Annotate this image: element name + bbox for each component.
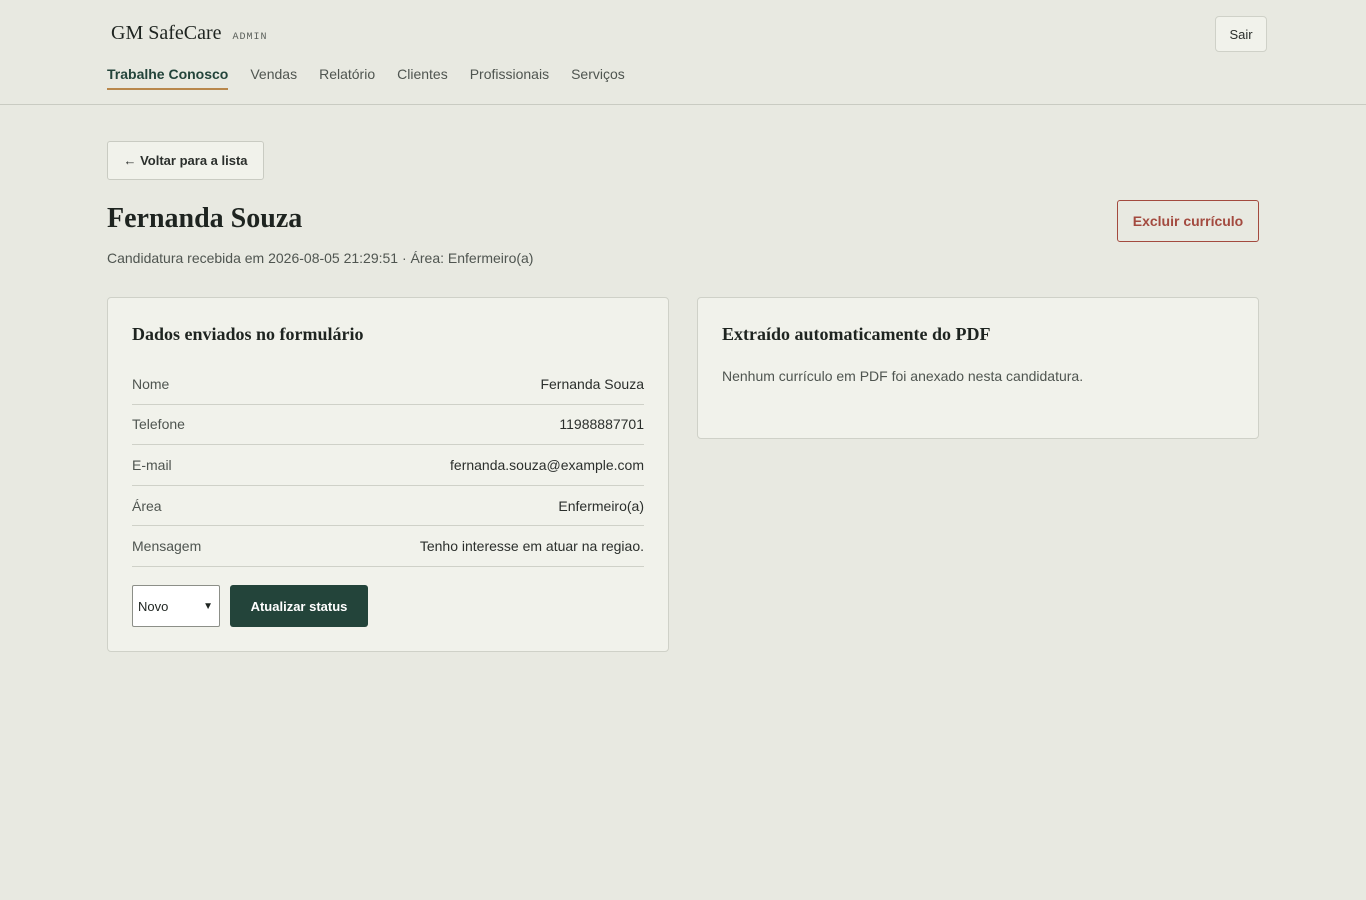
delete-resume-button[interactable]: Excluir currículo	[1117, 200, 1259, 242]
brand-name: GM SafeCare	[111, 22, 222, 44]
back-to-list-button[interactable]: ← Voltar para a lista	[107, 141, 264, 180]
nav-servicos[interactable]: Serviços	[571, 66, 625, 90]
field-row-area: Área Enfermeiro(a)	[132, 486, 644, 527]
update-status-button[interactable]: Atualizar status	[230, 585, 368, 627]
form-data-card: Dados enviados no formulário Nome Fernan…	[107, 297, 669, 652]
top-header: GM SafeCare ADMIN Sair Trabalhe Conosco …	[0, 0, 1366, 105]
page-title: Fernanda Souza	[107, 203, 303, 234]
field-label: Telefone	[132, 416, 185, 433]
pdf-extract-card: Extraído automaticamente do PDF Nenhum c…	[697, 297, 1259, 439]
brand: GM SafeCare ADMIN	[111, 22, 268, 45]
pdf-card-title: Extraído automaticamente do PDF	[722, 324, 991, 344]
field-label: E-mail	[132, 456, 172, 473]
field-row-mensagem: Mensagem Tenho interesse em atuar na reg…	[132, 526, 644, 567]
field-value: Tenho interesse em atuar na regiao.	[419, 538, 644, 555]
field-value: fernanda.souza@example.com	[450, 456, 644, 473]
field-row-email: E-mail fernanda.souza@example.com	[132, 445, 644, 486]
nav-clientes[interactable]: Clientes	[397, 66, 448, 90]
form-data-list: Nome Fernanda Souza Telefone 11988887701…	[132, 364, 644, 567]
field-label: Mensagem	[132, 538, 202, 555]
field-label: Área	[132, 497, 162, 514]
field-label: Nome	[132, 375, 170, 392]
field-value: Enfermeiro(a)	[558, 497, 644, 514]
application-subtitle: Candidatura recebida em 2026-08-05 21:29…	[107, 250, 534, 266]
field-row-nome: Nome Fernanda Souza	[132, 364, 644, 405]
main-nav: Trabalhe Conosco Vendas Relatório Client…	[107, 66, 625, 90]
field-value: Fernanda Souza	[540, 375, 644, 392]
field-row-telefone: Telefone 11988887701	[132, 405, 644, 446]
admin-tag: ADMIN	[232, 32, 268, 43]
field-value: 11988887701	[559, 416, 644, 433]
logout-button[interactable]: Sair	[1215, 16, 1267, 52]
nav-vendas[interactable]: Vendas	[250, 66, 297, 90]
pdf-empty-message: Nenhum currículo em PDF foi anexado nest…	[722, 368, 1084, 384]
chevron-down-icon: ▼	[203, 600, 213, 612]
nav-trabalhe-conosco[interactable]: Trabalhe Conosco	[107, 66, 229, 90]
nav-profissionais[interactable]: Profissionais	[470, 66, 549, 90]
status-select[interactable]: Novo ▼	[132, 585, 220, 627]
nav-relatorio[interactable]: Relatório	[319, 66, 375, 90]
form-card-title: Dados enviados no formulário	[132, 324, 364, 344]
status-selected-value: Novo	[138, 598, 169, 614]
